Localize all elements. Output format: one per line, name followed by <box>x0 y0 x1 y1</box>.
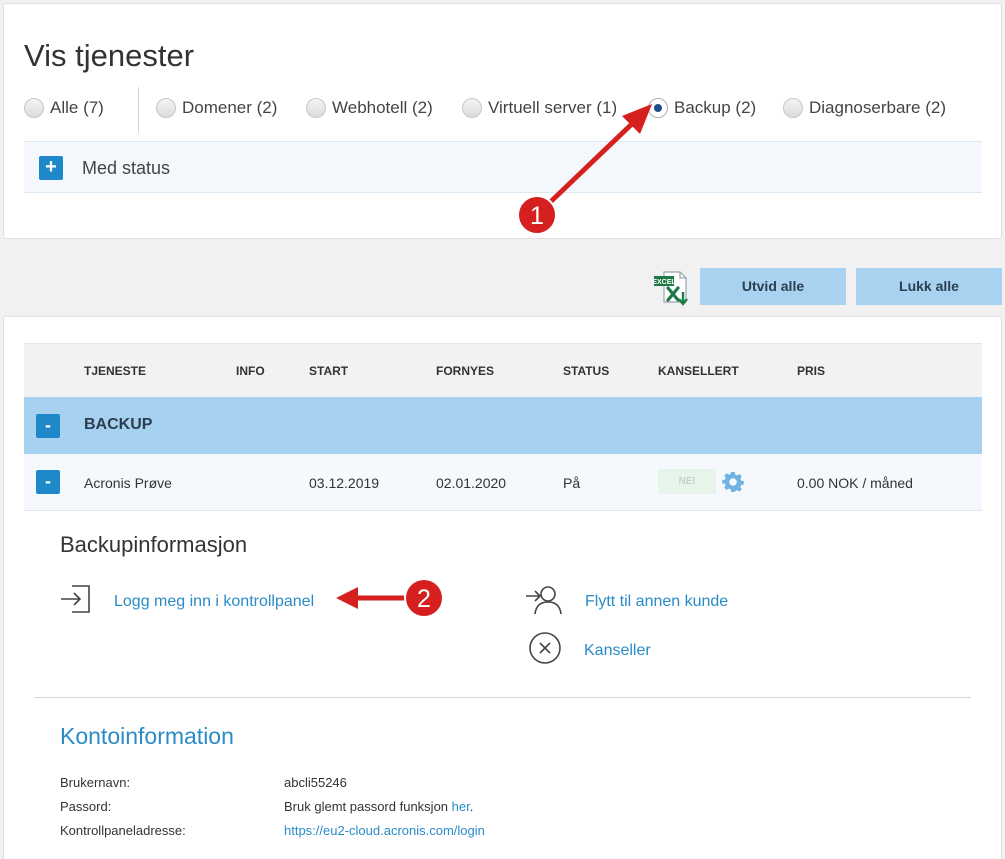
collapse-row-button[interactable]: - <box>36 470 60 494</box>
filter-label: Virtuell server (1) <box>488 98 618 117</box>
filter-label: Backup (2) <box>674 98 757 117</box>
radio-webhotell[interactable] <box>306 98 326 118</box>
group-row-backup: - BACKUP <box>24 397 982 454</box>
filter-label: Diagnoserbare (2) <box>809 98 947 117</box>
filter-alle[interactable]: Alle (7) <box>24 98 104 118</box>
column-header[interactable]: FORNYES <box>436 364 494 378</box>
status-value: På <box>563 475 581 491</box>
filter-label: Alle (7) <box>50 98 104 117</box>
renew-date: 02.01.2020 <box>436 475 507 491</box>
filter-domener[interactable]: Domener (2) <box>156 98 277 118</box>
filter-panel: Vis tjenester Alle (7) Domener (2) Webho… <box>3 3 1002 239</box>
password-text: Bruk glemt passord funksjon <box>284 799 449 814</box>
radio-backup[interactable] <box>648 98 668 118</box>
radio-domener[interactable] <box>156 98 176 118</box>
status-filter-bar: + Med status <box>24 141 982 193</box>
panel-address-label: Kontrollpaneladresse: <box>60 823 186 838</box>
filter-virtuell-server[interactable]: Virtuell server (1) <box>462 98 617 118</box>
cancel-link[interactable]: Kanseller <box>527 631 651 670</box>
page-title: Vis tjenester <box>24 38 195 73</box>
password-suffix: . <box>469 799 474 814</box>
move-customer-link[interactable]: Flytt til annen kunde <box>524 582 728 621</box>
column-header[interactable]: TJENESTE <box>84 364 146 378</box>
service-filter-group: Alle (7) Domener (2) Webhotell (2) Virtu… <box>24 87 984 136</box>
move-user-icon <box>524 582 568 621</box>
column-header[interactable]: KANSELLERT <box>658 364 739 378</box>
column-header[interactable]: PRIS <box>797 364 825 378</box>
gear-icon[interactable] <box>721 470 745 494</box>
login-icon <box>58 582 94 621</box>
services-panel: TJENESTE INFO START FORNYES STATUS KANSE… <box>3 316 1002 859</box>
username-label: Brukernavn: <box>60 775 131 790</box>
status-filter-label[interactable]: Med status <box>82 158 170 179</box>
cancelled-badge: NEI <box>658 469 716 494</box>
group-label: BACKUP <box>84 416 153 433</box>
expand-all-button[interactable]: Utvid alle <box>700 268 846 305</box>
forgot-password-link[interactable]: her <box>452 799 470 814</box>
username-value: abcli55246 <box>284 775 347 790</box>
collapse-group-button[interactable]: - <box>36 414 60 438</box>
column-header[interactable]: START <box>309 364 348 378</box>
column-header[interactable]: STATUS <box>563 364 609 378</box>
filter-diagnoserbare[interactable]: Diagnoserbare (2) <box>783 98 946 118</box>
panel-address-link[interactable]: https://eu2-cloud.acronis.com/login <box>284 823 485 838</box>
cancel-link-label[interactable]: Kanseller <box>584 642 651 660</box>
table-row: - Acronis Prøve 03.12.2019 02.01.2020 På… <box>24 454 982 511</box>
table-header: TJENESTE INFO START FORNYES STATUS KANSE… <box>24 343 982 398</box>
filter-label: Webhotell (2) <box>332 98 433 117</box>
close-circle-icon <box>527 631 563 670</box>
svg-text:EXCEL: EXCEL <box>652 279 676 286</box>
expand-status-button[interactable]: + <box>39 156 63 180</box>
column-header[interactable]: INFO <box>236 364 265 378</box>
price-value: 0.00 NOK / måned <box>797 475 913 491</box>
excel-export-icon[interactable]: EXCEL <box>652 270 692 306</box>
password-value: Bruk glemt passord funksjon her. <box>284 799 473 814</box>
divider <box>34 697 971 698</box>
login-control-panel-link[interactable]: Logg meg inn i kontrollpanel <box>58 582 314 621</box>
filter-divider <box>138 87 139 133</box>
filter-backup[interactable]: Backup (2) <box>648 98 756 118</box>
start-date: 03.12.2019 <box>309 475 380 491</box>
collapse-all-button[interactable]: Lukk alle <box>856 268 1002 305</box>
account-info-title: Kontoinformation <box>60 723 234 749</box>
password-label: Passord: <box>60 799 112 814</box>
filter-webhotell[interactable]: Webhotell (2) <box>306 98 433 118</box>
login-link-label[interactable]: Logg meg inn i kontrollpanel <box>114 593 314 611</box>
radio-diagnoserbare[interactable] <box>783 98 803 118</box>
radio-virtuell-server[interactable] <box>462 98 482 118</box>
filter-label: Domener (2) <box>182 98 278 117</box>
details-title: Backupinformasjon <box>60 532 248 557</box>
service-name: Acronis Prøve <box>84 475 172 491</box>
radio-alle[interactable] <box>24 98 44 118</box>
move-link-label[interactable]: Flytt til annen kunde <box>585 593 728 611</box>
